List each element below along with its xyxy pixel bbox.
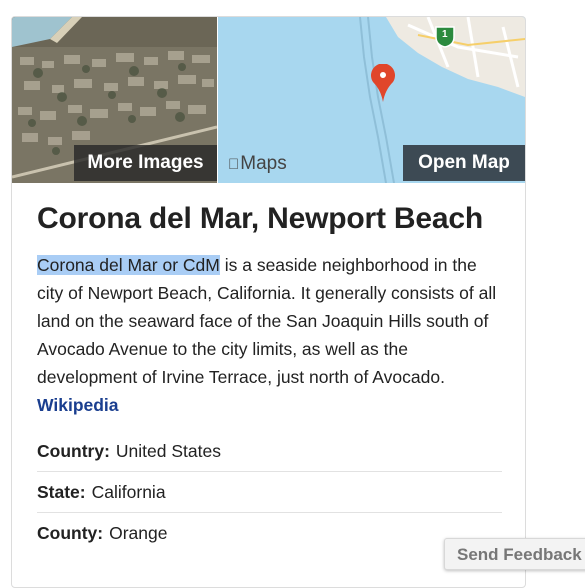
fact-county: County: Orange — [37, 513, 502, 553]
fact-state: State: California — [37, 472, 502, 513]
more-images-button[interactable]: More Images — [74, 145, 217, 181]
location-pin-icon — [371, 64, 395, 102]
send-feedback-button[interactable]: Send Feedback — [444, 538, 585, 570]
fact-country: Country: United States — [37, 431, 502, 472]
place-title: Corona del Mar, Newport Beach — [37, 202, 483, 235]
media-strip: 1 More Images Maps Open Map — [12, 17, 525, 183]
fact-key: County: — [37, 523, 104, 543]
fact-value: United States — [115, 441, 221, 461]
facts-list: Country: United States State: California C… — [37, 431, 502, 553]
route-shield-label: 1 — [442, 29, 448, 40]
wikipedia-link[interactable]: Wikipedia — [37, 395, 119, 415]
panel-content: Corona del Mar, Newport Beach Corona del… — [37, 203, 502, 553]
apple-maps-logo: Maps — [228, 153, 287, 175]
fact-key: Country: — [37, 441, 110, 461]
selected-text[interactable]: Corona del Mar or CdM — [37, 255, 220, 275]
fact-value: Orange — [109, 523, 168, 543]
place-description: Corona del Mar or CdM is a seaside neigh… — [37, 251, 502, 419]
knowledge-panel-card: 1 More Images Maps Open Map Corona del … — [11, 16, 526, 588]
maps-logo-label: Maps — [229, 153, 286, 174]
apple-icon:  — [228, 156, 239, 173]
open-map-button[interactable]: Open Map — [403, 145, 525, 181]
fact-value: California — [91, 482, 166, 502]
fact-key: State: — [37, 482, 86, 502]
